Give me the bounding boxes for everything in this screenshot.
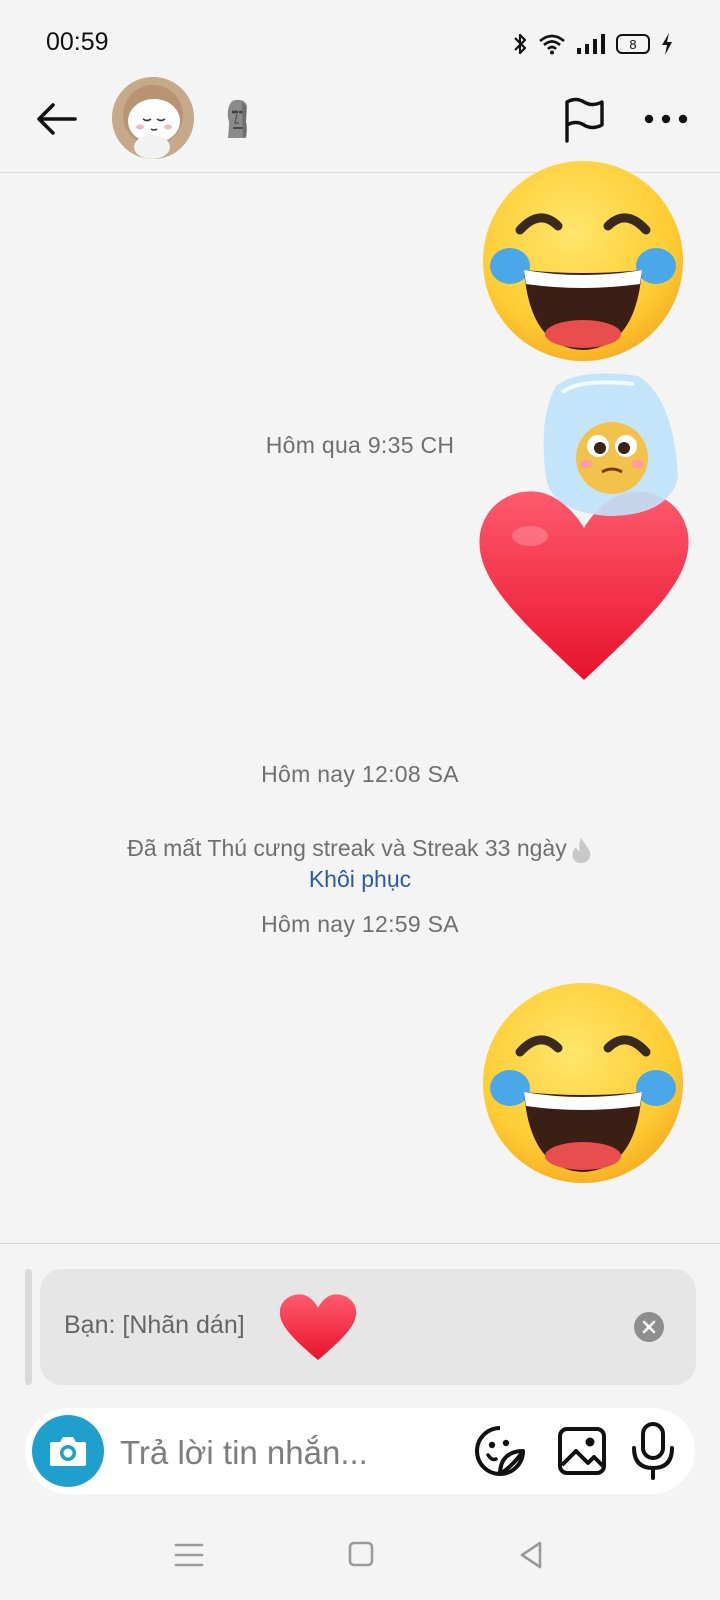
sticker-icon[interactable] — [474, 1425, 526, 1477]
reply-accent-bar — [25, 1269, 32, 1385]
sticker-message[interactable] — [478, 368, 690, 688]
composer-divider — [0, 1243, 720, 1244]
wifi-icon — [539, 34, 565, 55]
timestamp: Hôm nay 12:59 SA — [261, 911, 459, 937]
timestamp: Hôm nay 12:08 SA — [261, 761, 459, 787]
fire-icon — [572, 837, 590, 863]
streak-lost-notice: Đã mất Thú cưng streak và Streak 33 ngày — [0, 835, 720, 864]
status-icons: 8 — [512, 30, 674, 58]
close-reply-button[interactable] — [634, 1312, 664, 1342]
camera-button[interactable] — [32, 1415, 104, 1487]
status-time: 00:59 — [46, 28, 109, 56]
avatar-image — [112, 77, 194, 159]
gallery-icon[interactable] — [556, 1425, 608, 1477]
contact-avatar[interactable] — [112, 77, 194, 159]
streak-lost-text: Đã mất Thú cưng streak và Streak 33 ngày — [127, 835, 567, 861]
home-icon[interactable] — [348, 1540, 374, 1568]
flag-button[interactable] — [558, 94, 610, 146]
signal-icon — [577, 34, 605, 54]
more-options-button[interactable] — [640, 104, 692, 134]
message-input[interactable] — [120, 1428, 450, 1478]
battery-icon: 8 — [616, 34, 650, 54]
sticker-message[interactable] — [480, 158, 686, 364]
close-icon — [642, 1320, 656, 1334]
reply-sticker-heart — [279, 1294, 357, 1360]
bluetooth-icon — [514, 33, 527, 55]
mic-icon[interactable] — [628, 1422, 678, 1480]
camera-icon — [50, 1437, 86, 1466]
sticker-message[interactable] — [480, 980, 686, 1186]
more-icon — [644, 114, 688, 124]
moai-emoji — [227, 99, 247, 138]
reply-preview-label: Bạn: [Nhãn dán] — [64, 1311, 245, 1339]
menu-icon[interactable] — [174, 1542, 204, 1568]
back-arrow-icon — [37, 103, 77, 135]
battery-level: 8 — [629, 36, 637, 52]
flag-icon — [565, 97, 604, 143]
back-button[interactable] — [30, 92, 84, 146]
restore-streak-link[interactable]: Khôi phục — [0, 866, 720, 893]
back-icon[interactable] — [518, 1540, 544, 1570]
charging-icon — [662, 33, 672, 55]
